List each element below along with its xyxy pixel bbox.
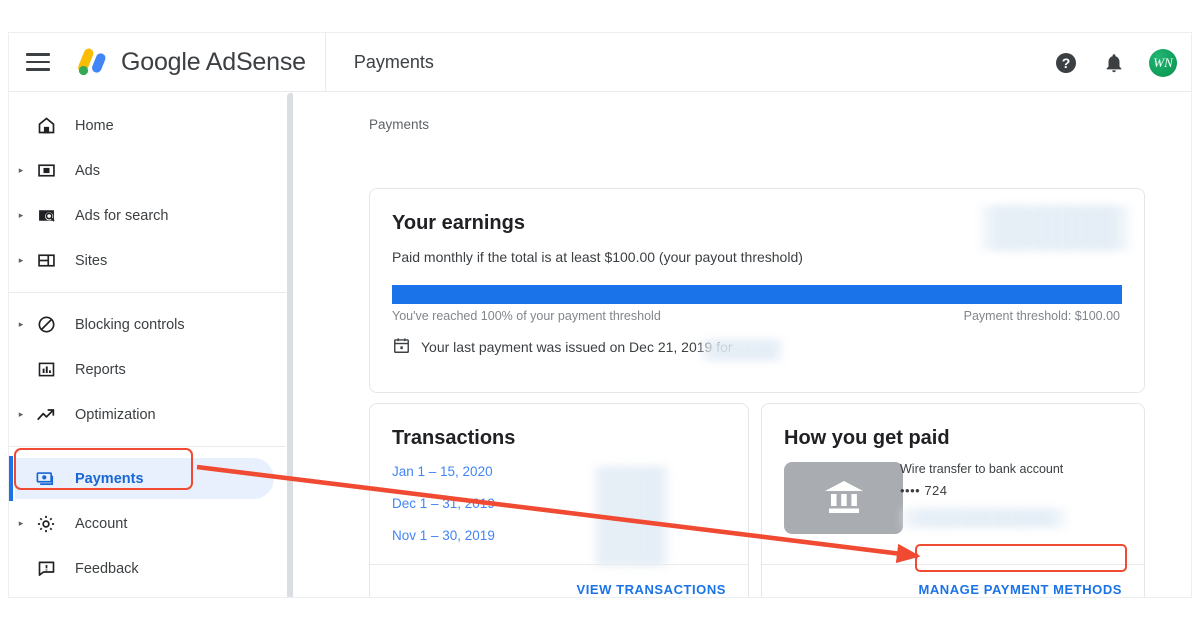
sidebar-item-payments[interactable]: ▸ Payments [9,456,291,501]
sidebar-item-reports[interactable]: ▸ Reports [9,347,291,392]
sidebar-item-label: Blocking controls [75,316,185,333]
your-earnings-card: Your earnings Paid monthly if the total … [369,188,1145,393]
sidebar-item-home[interactable]: ▸ Home [9,103,291,148]
payment-method-name: Wire transfer to bank account [900,462,1064,476]
card-footer: VIEW TRANSACTIONS [370,564,748,597]
gear-icon [33,512,59,536]
transactions-card: Transactions Jan 1 – 15, 2020 Dec 1 – 31… [369,403,749,597]
redacted-transaction-amounts [592,466,670,566]
sidebar-item-label: Payments [75,470,144,487]
sidebar-item-label: Home [75,117,114,134]
google-adsense-logo-icon [72,47,110,77]
payment-method-thumbnail [784,462,903,534]
redacted-last-payment-amount [700,339,784,361]
sidebar-item-ads[interactable]: ▸ Ads [9,148,291,193]
breadcrumb: Payments [369,117,430,132]
ads-rectangle-icon [33,159,59,183]
sidebar-divider [9,292,291,293]
sidebar-item-label: Ads [75,162,100,179]
list-item[interactable]: Jan 1 – 15, 2020 [392,464,495,479]
expand-caret-icon[interactable]: ▸ [13,410,29,419]
avatar[interactable]: WN [1149,48,1177,77]
sidebar-item-sites[interactable]: ▸ Sites [9,238,291,283]
view-transactions-button[interactable]: VIEW TRANSACTIONS [577,582,726,597]
list-item[interactable]: Dec 1 – 31, 2019 [392,496,495,511]
sidebar-item-label: Ads for search [75,207,169,224]
sidebar-item-ads-for-search[interactable]: ▸ Ads for search [9,193,291,238]
card-title: Your earnings [392,212,525,234]
adsense-app-window: Google AdSense Payments ? WN Home ▸ Ads … [8,32,1192,598]
topbar-actions: ? WN [1053,33,1177,92]
list-item[interactable]: Nov 1 – 30, 2019 [392,528,495,543]
sidebar-item-label: Sites [75,252,108,269]
sidebar-item-blocking-controls[interactable]: ▸ Blocking controls [9,302,291,347]
top-app-bar: Google AdSense Payments ? WN [9,33,1191,92]
payment-threshold-progress [392,285,1122,304]
transaction-list: Jan 1 – 15, 2020 Dec 1 – 31, 2019 Nov 1 … [392,464,495,560]
sidebar-item-label: Reports [75,361,126,378]
sites-layout-icon [33,249,59,273]
page-title: Payments [353,51,434,72]
calendar-icon [392,336,411,358]
account-mask: •••• 724 [900,483,948,498]
topbar-divider [324,33,326,92]
active-indicator-bar [9,456,13,501]
sidebar-item-account[interactable]: ▸ Account [9,501,291,546]
expand-caret-icon[interactable]: ▸ [13,166,29,175]
bar-chart-icon [33,358,59,382]
feedback-exclamation-icon [33,557,59,581]
sidebar-item-label: Optimization [75,406,156,423]
manage-payment-methods-button[interactable]: MANAGE PAYMENT METHODS [918,582,1122,597]
sidebar-item-label: Account [75,515,128,532]
redacted-earnings-amount [979,205,1131,251]
bell-icon[interactable] [1101,50,1127,76]
card-subtitle: Paid monthly if the total is at least $1… [392,249,803,265]
progress-fill [392,285,1122,304]
expand-caret-icon[interactable]: ▸ [13,320,29,329]
brand: Google AdSense [72,47,306,77]
sidebar-item-label: Feedback [75,560,139,577]
bank-building-icon [822,476,866,521]
home-icon [33,114,59,138]
main-content: Payments Your earnings Paid monthly if t… [293,92,1191,597]
last-payment-text: Your last payment was issued on Dec 21, … [421,339,733,355]
sidebar-item-optimization[interactable]: ▸ Optimization [9,392,291,437]
sidebar-item-feedback[interactable]: ▸ Feedback [9,546,291,591]
payment-method-info: Wire transfer to bank account •••• 724 [900,462,1063,498]
progress-caption-right: Payment threshold: $100.00 [963,309,1120,323]
svg-text:?: ? [1062,55,1071,71]
card-title: Transactions [392,427,516,449]
sidebar-navigation: ▸ Home ▸ Ads ▸ [9,92,292,597]
card-footer: MANAGE PAYMENT METHODS [762,564,1144,597]
help-circle-icon[interactable]: ? [1053,50,1079,76]
expand-caret-icon[interactable]: ▸ [13,256,29,265]
screenshot-root: Google AdSense Payments ? WN Home ▸ Ads … [0,0,1200,630]
sidebar-divider [9,446,291,447]
hamburger-menu-icon[interactable] [26,53,50,71]
expand-caret-icon[interactable]: ▸ [13,519,29,528]
trending-up-arrow-icon [33,403,59,427]
progress-caption-left: You've reached 100% of your payment thre… [392,309,661,323]
money-bills-icon [33,467,59,491]
block-circle-slash-icon [33,313,59,337]
card-title: How you get paid [784,427,950,449]
how-you-get-paid-card: How you get paid Wire transfer to bank a… [761,403,1145,597]
ads-for-search-icon [33,204,59,228]
expand-caret-icon[interactable]: ▸ [13,211,29,220]
brand-title: Google AdSense [121,47,306,76]
redacted-bank-detail [900,508,1068,528]
last-payment-row: Your last payment was issued on Dec 21, … [392,336,733,358]
